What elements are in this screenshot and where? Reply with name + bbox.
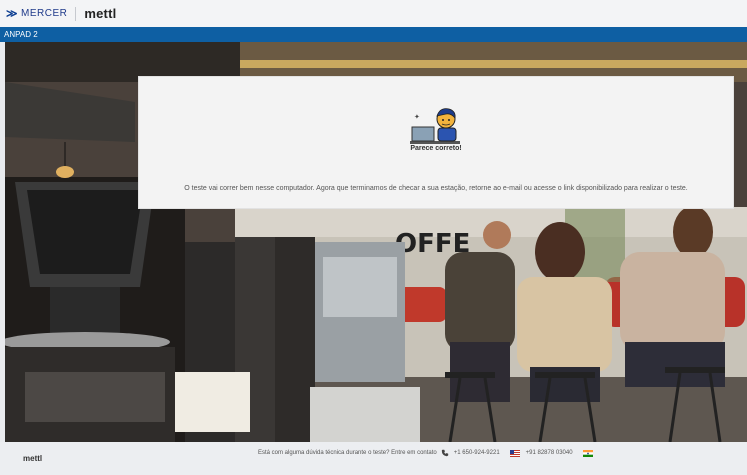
support-phone-us[interactable]: +1 650-924-9221 [454, 450, 500, 456]
test-name-label: ANPAD 2 [4, 30, 38, 39]
mercer-logo: ≫ MERCER [6, 7, 67, 20]
footer: mettl Está com alguma dúvida técnica dur… [0, 442, 747, 475]
person-at-laptop-illustration-icon: ✦ [410, 108, 460, 144]
svg-text:✦: ✦ [414, 113, 420, 121]
support-phone-in[interactable]: +91 82878 03040 [526, 450, 573, 456]
top-header: ≫ MERCER mettl [0, 0, 747, 27]
india-flag-icon [582, 449, 593, 457]
result-title: Parece correto! [410, 145, 462, 152]
logo-divider [75, 6, 77, 21]
footer-mettl-logo: mettl [23, 454, 42, 463]
footer-logo-text: mettl [23, 454, 43, 463]
mettl-logo-text: mettl [84, 6, 117, 21]
mercer-logo-text: MERCER [21, 8, 68, 19]
test-name-bar: ANPAD 2 [0, 27, 747, 42]
mettl-logo: mettl [84, 6, 116, 21]
result-message: O teste vai correr bem nesse computador.… [184, 185, 688, 192]
mercer-logo-mark-icon: ≫ [6, 8, 19, 20]
support-text: Está com alguma dúvida técnica durante o… [258, 450, 437, 456]
support-contact: Está com alguma dúvida técnica durante o… [258, 449, 597, 457]
us-flag-icon [509, 449, 520, 457]
phone-icon [441, 449, 448, 457]
result-card: ✦ Parece correto! O teste vai correr bem… [138, 76, 734, 209]
